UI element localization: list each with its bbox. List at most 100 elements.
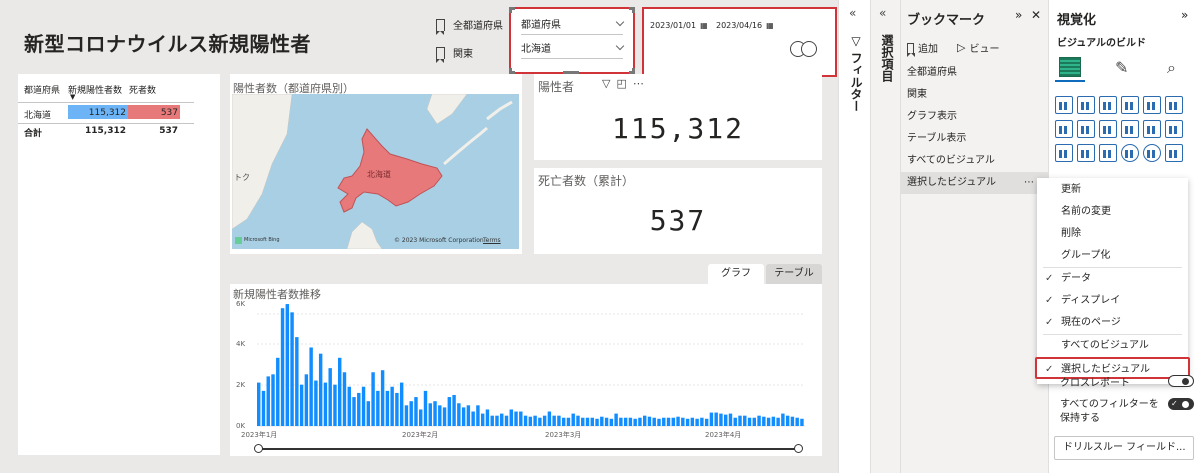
chart-bar[interactable] — [395, 392, 399, 426]
chart-bar[interactable] — [452, 395, 456, 426]
bar-100-icon[interactable] — [1143, 96, 1161, 114]
chart-bar[interactable] — [309, 347, 313, 426]
treemap-icon[interactable] — [1165, 144, 1183, 162]
chart-bar[interactable] — [371, 372, 375, 426]
donut-chart-icon[interactable] — [1143, 144, 1161, 162]
filter-icon[interactable]: ▽ — [602, 77, 610, 90]
chart-bar[interactable] — [743, 415, 747, 426]
chart-bar[interactable] — [752, 417, 757, 426]
chart-bar[interactable] — [485, 409, 490, 426]
cross-report-toggle[interactable] — [1168, 375, 1194, 387]
chart-bar[interactable] — [523, 415, 528, 426]
chart-bar[interactable] — [757, 415, 761, 426]
chart-bar[interactable] — [595, 418, 599, 426]
add-bookmark-button[interactable]: 追加 — [906, 40, 938, 57]
chart-bar[interactable] — [666, 417, 671, 426]
line-chart-icon[interactable] — [1055, 120, 1073, 138]
pie-chart-icon[interactable] — [1121, 144, 1139, 162]
chart-bar[interactable] — [280, 308, 285, 426]
resize-handle[interactable] — [509, 7, 515, 13]
chart-bar[interactable] — [714, 412, 718, 426]
chart-bar[interactable] — [328, 368, 332, 426]
chart-bar[interactable] — [295, 337, 299, 426]
chart-bar[interactable] — [604, 417, 609, 426]
bookmark-item[interactable]: グラフ表示 — [901, 106, 1048, 128]
map-visual[interactable]: 陽性者数（都道府県別） トク 北海道 Microsoft Bing © 2023… — [230, 74, 522, 254]
chart-bar[interactable] — [728, 413, 733, 426]
scroll-handle-start[interactable] — [254, 444, 263, 453]
chart-bar[interactable] — [380, 370, 385, 426]
chart-bar[interactable] — [466, 405, 471, 426]
menu-item-all-visuals[interactable]: すべてのビジュアル — [1037, 335, 1188, 357]
chart-bar[interactable] — [533, 415, 537, 426]
chart-bar[interactable] — [471, 411, 475, 426]
map-terms-link[interactable]: Terms — [483, 237, 501, 244]
chart-bar[interactable] — [709, 412, 714, 426]
chart-bar[interactable] — [762, 416, 766, 426]
bookmark-item[interactable]: 関東 — [901, 84, 1048, 106]
waterfall-icon[interactable] — [1055, 144, 1073, 162]
table-row[interactable]: 北海道 115,312 537 — [18, 104, 194, 122]
chart-bar[interactable] — [766, 417, 771, 426]
chart-bar[interactable] — [342, 372, 347, 426]
chart-bar[interactable] — [723, 414, 728, 426]
expand-chevron-icon[interactable]: « — [849, 6, 856, 20]
slicer-header[interactable]: 都道府県 — [521, 13, 625, 35]
chart-bar[interactable] — [633, 418, 637, 426]
menu-item-data[interactable]: ✓ データ — [1037, 268, 1188, 290]
keep-filters-toggle[interactable]: ✓ — [1168, 398, 1194, 410]
scroll-track[interactable] — [260, 448, 800, 450]
collapse-chevron-icon[interactable]: » — [1015, 8, 1022, 22]
menu-item-group[interactable]: グループ化 — [1037, 245, 1188, 267]
chart-bar[interactable] — [385, 390, 390, 426]
view-bookmark-button[interactable]: ▷ ビュー — [957, 40, 999, 55]
chart-bar[interactable] — [800, 418, 804, 426]
chart-bar[interactable] — [552, 415, 556, 426]
chart-bar[interactable] — [414, 397, 418, 426]
menu-item-display[interactable]: ✓ ディスプレイ — [1037, 290, 1188, 312]
kpi-card-cases[interactable]: 陽性者 ▽ ◰ ⋯ 115,312 — [534, 74, 822, 160]
close-icon[interactable]: ✕ — [1031, 8, 1041, 22]
tab-graph[interactable]: グラフ — [708, 264, 764, 284]
format-paintbrush-icon[interactable]: ✎ — [1115, 58, 1128, 77]
chart-bar[interactable] — [733, 417, 737, 426]
chart-bar[interactable] — [461, 407, 466, 426]
chart-bar[interactable] — [619, 417, 623, 426]
line-column-icon[interactable] — [1121, 120, 1139, 138]
column-header-deaths[interactable]: 死者数 — [129, 83, 156, 96]
menu-item-delete[interactable]: 削除 — [1037, 223, 1188, 245]
chart-bar[interactable] — [442, 407, 447, 426]
chart-bar[interactable] — [257, 382, 261, 426]
bookmark-item[interactable]: テーブル表示 — [901, 128, 1048, 150]
chart-bar[interactable] — [404, 405, 409, 426]
ribbon-chart-icon[interactable] — [1165, 120, 1183, 138]
prefecture-slicer[interactable]: 都道府県 北海道 — [509, 7, 635, 74]
chart-bar[interactable] — [785, 415, 790, 426]
bookmark-button-all[interactable]: 全都道府県 — [435, 17, 503, 35]
build-visual-tab[interactable] — [1055, 54, 1085, 82]
clustered-bar-icon[interactable] — [1099, 96, 1117, 114]
chart-bar[interactable] — [299, 384, 304, 426]
trend-chart-visual[interactable]: 新規陽性者数推移 6K 4K 2K 0K 2023年1月 2023年2月 202… — [230, 284, 822, 456]
chart-bar[interactable] — [357, 392, 361, 426]
chart-bar[interactable] — [528, 416, 533, 426]
chart-bar[interactable] — [623, 417, 628, 426]
bookmark-item[interactable]: すべてのビジュアル — [901, 150, 1048, 172]
chart-bar[interactable] — [600, 416, 604, 426]
date-range-slicer[interactable]: 2023/01/01 ▦ 2023/04/16 ▦ — [642, 7, 837, 77]
chart-bar[interactable] — [695, 418, 699, 426]
chart-bar[interactable] — [776, 417, 780, 426]
analytics-magnifier-icon[interactable]: ⌕ — [1167, 58, 1176, 78]
chart-bar[interactable] — [576, 415, 580, 426]
chart-bar[interactable] — [399, 382, 404, 426]
chart-bar[interactable] — [547, 411, 552, 426]
chart-bar[interactable] — [480, 413, 485, 426]
chart-bar[interactable] — [685, 418, 690, 426]
clustered-column-icon[interactable] — [1121, 96, 1139, 114]
range-handle-end[interactable] — [801, 41, 817, 57]
chart-bar[interactable] — [504, 415, 509, 426]
chart-bar[interactable] — [438, 405, 442, 426]
column-100-icon[interactable] — [1165, 96, 1183, 114]
chart-bar[interactable] — [614, 413, 618, 426]
stacked-bar-icon[interactable] — [1055, 96, 1073, 114]
